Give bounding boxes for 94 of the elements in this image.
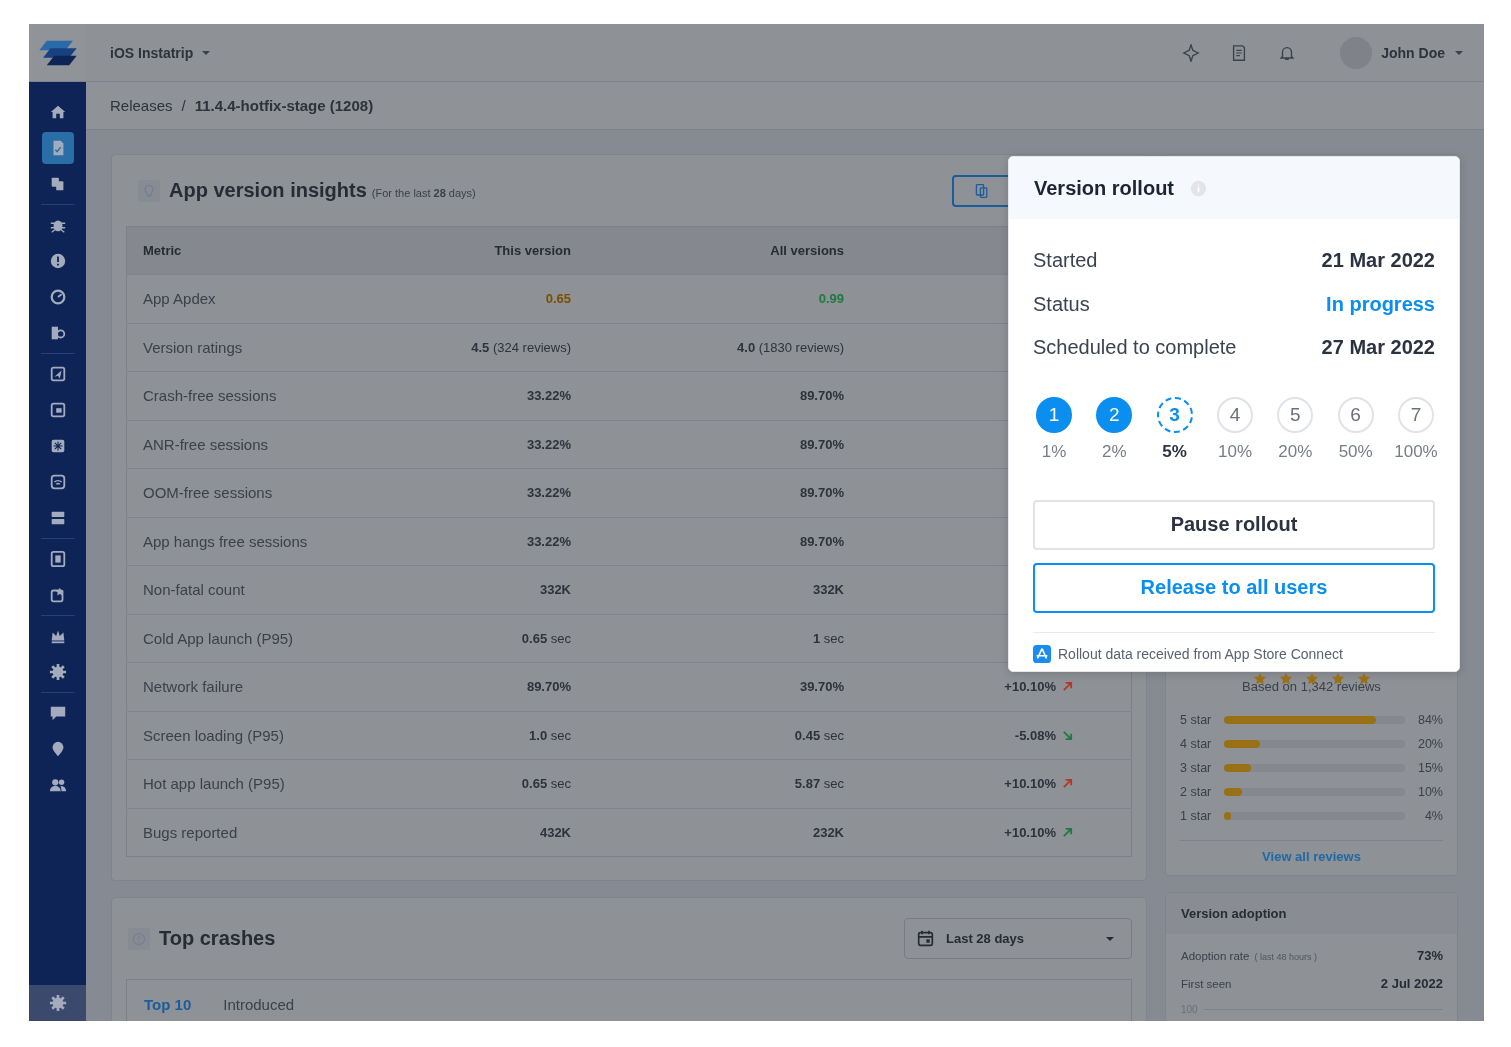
table-cell: 0.65 <box>443 274 571 323</box>
card-title: Top crashes <box>159 927 276 950</box>
rating-percent: 84% <box>1416 713 1443 727</box>
table-cell: 1 sec <box>571 614 844 663</box>
table-cell: 33.22% <box>443 517 571 566</box>
metric-name: Cold App launch (P95) <box>126 614 443 663</box>
period-dropdown[interactable]: Last 28 days <box>904 918 1132 959</box>
table-cell: 33.22% <box>443 468 571 517</box>
rollout-step[interactable]: 7 <box>1397 396 1434 433</box>
detail-value: In progress <box>1326 292 1435 316</box>
release-button[interactable]: Release to all users <box>1033 562 1435 613</box>
table-cell: 4.5 (324 reviews) <box>443 323 571 372</box>
table-cell: 39.70% <box>571 662 844 711</box>
step-percent: 100% <box>1394 441 1438 462</box>
table-cell: 0.65 sec <box>443 759 571 808</box>
rating-percent: 4% <box>1423 809 1443 823</box>
rollout-step[interactable]: 4 <box>1217 396 1253 433</box>
column-header: Metric <box>126 226 443 275</box>
metric-name: Network failure <box>126 662 443 711</box>
change-value: +10.10% <box>1004 824 1056 840</box>
detail-label: Scheduled to complete <box>1033 336 1237 360</box>
card-header: Version adoption <box>1166 893 1457 934</box>
table-cell: 89.70% <box>571 468 844 517</box>
rollout-step[interactable]: 2 <box>1096 396 1133 433</box>
table-cell: 0.45 sec <box>571 711 844 760</box>
rating-percent: 10% <box>1416 785 1443 799</box>
metric-name: Screen loading (P95) <box>126 711 443 760</box>
detail-value: 27 Mar 2022 <box>1321 336 1435 360</box>
rollout-step[interactable]: 6 <box>1337 396 1374 433</box>
table-cell: 89.70% <box>443 662 571 711</box>
metric-name: Version ratings <box>126 323 443 372</box>
table-cell: 332K <box>571 565 844 614</box>
stat-label: First seen <box>1181 978 1232 990</box>
column-header: This version <box>443 226 571 275</box>
table-cell: 5.87 sec <box>571 759 844 808</box>
detail-value: 21 Mar 2022 <box>1321 249 1435 273</box>
rating-label: 2 star <box>1180 785 1213 799</box>
step-percent: 1% <box>1041 441 1067 462</box>
rating-label: 3 star <box>1180 761 1213 775</box>
metric-name: Non-fatal count <box>126 565 443 614</box>
app-switcher[interactable]: iOS Instatrip <box>110 44 212 61</box>
table-cell: 0.99 <box>571 274 844 323</box>
rollout-step[interactable]: 3 <box>1156 396 1193 433</box>
popup-title: Version rollout <box>1034 176 1175 200</box>
table-cell: 0.65 sec <box>443 614 571 663</box>
tab[interactable]: Top 10 <box>144 994 192 1016</box>
stat-value: 73% <box>1416 948 1443 963</box>
metric-name: App hangs free sessions <box>126 517 443 566</box>
rating-label: 5 star <box>1180 713 1213 727</box>
review-summary: Based on 1,342 reviews <box>1241 679 1382 694</box>
table-cell: 33.22% <box>443 371 571 420</box>
tab[interactable]: Introduced <box>223 994 295 1016</box>
table-cell: 232K <box>571 808 844 857</box>
table-cell: 432K <box>443 808 571 857</box>
rating-label: 1 star <box>1180 809 1213 823</box>
breadcrumb-current: 11.4.4-hotfix-stage (1208) <box>194 97 374 114</box>
step-percent: 5% <box>1162 441 1187 462</box>
rating-percent: 20% <box>1416 737 1443 751</box>
table-cell: 4.0 (1830 reviews) <box>571 323 844 372</box>
rating-label: 4 star <box>1180 737 1213 751</box>
detail-label: Started <box>1033 249 1098 273</box>
source-note: Rollout data received from App Store Connect <box>1058 645 1343 662</box>
step-percent: 10% <box>1217 441 1252 462</box>
rating-percent: 15% <box>1416 761 1443 775</box>
pause-button[interactable]: Pause rollout <box>1033 499 1435 550</box>
rollout-step[interactable]: 1 <box>1036 396 1072 433</box>
rollout-step[interactable]: 5 <box>1277 396 1314 433</box>
card-subtitle: (For the last 28 days) <box>371 186 476 199</box>
column-header: All versions <box>571 226 844 275</box>
breadcrumb-separator: / <box>181 97 186 114</box>
metric-name: Hot app launch (P95) <box>126 759 443 808</box>
step-percent: 50% <box>1338 441 1373 462</box>
metric-name: ANR-free sessions <box>126 420 443 469</box>
table-cell: 33.22% <box>443 420 571 469</box>
detail-label: Status <box>1033 292 1090 316</box>
table-cell: 89.70% <box>571 371 844 420</box>
metric-name: App Apdex <box>126 274 443 323</box>
metric-name: Crash-free sessions <box>126 371 443 420</box>
step-percent: 2% <box>1102 441 1127 462</box>
stat-value: 2 Jul 2022 <box>1380 976 1443 991</box>
change-value: +10.10% <box>1004 679 1056 695</box>
card-title: App version insights <box>169 179 367 202</box>
table-cell: 1.0 sec <box>443 711 571 760</box>
stat-label: Adoption rate <box>1181 950 1250 962</box>
user-menu[interactable]: John Doe <box>1340 36 1464 69</box>
step-percent: 20% <box>1278 441 1313 462</box>
change-value: -5.08% <box>1014 727 1056 743</box>
metric-name: Bugs reported <box>126 808 443 857</box>
table-cell: 332K <box>443 565 571 614</box>
table-cell: 89.70% <box>571 517 844 566</box>
change-value: +10.10% <box>1004 776 1056 792</box>
table-cell: 89.70% <box>571 420 844 469</box>
metric-name: OOM-free sessions <box>126 468 443 517</box>
breadcrumb-link[interactable]: Releases <box>110 97 173 114</box>
